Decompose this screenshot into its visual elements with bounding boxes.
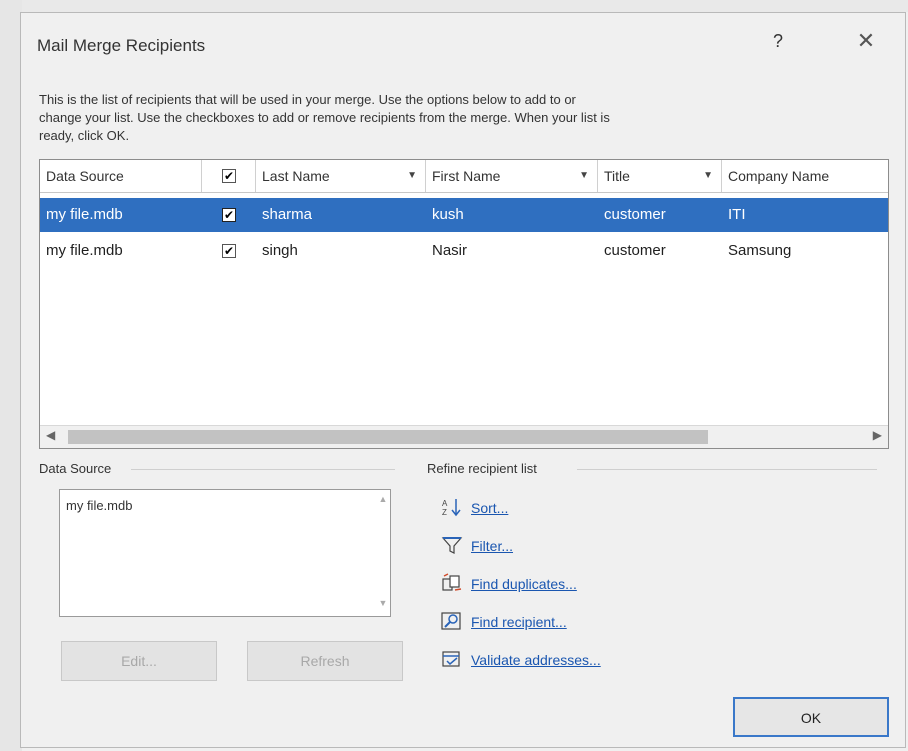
table-row[interactable]: my file.mdb ✔ singh Nasir customer Samsu…: [40, 234, 888, 268]
dialog-title: Mail Merge Recipients: [37, 36, 206, 55]
dropdown-arrow-icon[interactable]: ▼: [703, 160, 713, 192]
cell-company: ITI: [728, 206, 746, 223]
cell-data-source: my file.mdb: [46, 242, 123, 259]
svg-text:A: A: [442, 499, 448, 508]
filter-icon: [441, 537, 463, 554]
column-label: First Name: [432, 168, 501, 184]
column-label: Data Source: [46, 168, 124, 184]
column-label: Title: [604, 168, 630, 184]
scrollbar-thumb[interactable]: [68, 430, 708, 444]
cell-last-name: sharma: [262, 206, 313, 223]
ok-button[interactable]: OK: [733, 697, 889, 737]
scroll-left-icon[interactable]: ◀: [46, 428, 55, 442]
divider: [577, 469, 877, 470]
scroll-up-icon[interactable]: ▲: [378, 494, 388, 504]
intro-line: change your list. Use the checkboxes to …: [39, 110, 610, 125]
find-recipient-link-label[interactable]: Find recipient...: [471, 609, 567, 635]
grid-header: Data Source ✔ Last Name ▼ First Name ▼ Tit…: [40, 160, 888, 193]
dropdown-arrow-icon[interactable]: ▼: [407, 160, 417, 192]
column-checkbox[interactable]: ✔: [202, 160, 256, 192]
refresh-button[interactable]: Refresh: [247, 641, 403, 681]
refine-label: Refine recipient list: [427, 461, 537, 476]
dropdown-arrow-icon[interactable]: ▼: [579, 160, 589, 192]
column-first-name[interactable]: First Name ▼: [426, 160, 598, 192]
sort-icon: A Z: [442, 499, 461, 517]
cell-title: customer: [604, 206, 666, 223]
sort-link-label[interactable]: Sort...: [471, 495, 508, 521]
table-row[interactable]: my file.mdb ✔ sharma kush customer ITI: [40, 198, 888, 232]
select-all-checkbox[interactable]: ✔: [222, 169, 236, 183]
intro-line: This is the list of recipients that will…: [39, 92, 576, 107]
intro-text: This is the list of recipients that will…: [39, 91, 879, 145]
column-title[interactable]: Title ▼: [598, 160, 722, 192]
cell-data-source: my file.mdb: [46, 206, 123, 223]
cell-last-name: singh: [262, 242, 298, 259]
cell-first-name: Nasir: [432, 242, 468, 259]
close-button[interactable]: ✕: [853, 29, 879, 55]
find-duplicates-icon: [442, 573, 462, 591]
data-source-label: Data Source: [39, 461, 112, 476]
intro-line: ready, click OK.: [39, 128, 130, 143]
validate-addresses-icon: [442, 651, 460, 667]
column-label: Last Name: [262, 168, 330, 184]
scroll-down-icon[interactable]: ▼: [378, 598, 388, 608]
data-source-item[interactable]: my file.mdb: [66, 498, 384, 513]
cell-first-name: kush: [432, 206, 464, 223]
vertical-scrollbar[interactable]: ▲ ▼: [378, 494, 388, 612]
cell-title: customer: [604, 242, 666, 259]
column-data-source[interactable]: Data Source: [40, 160, 202, 192]
filter-link-label[interactable]: Filter...: [471, 533, 513, 559]
row-checkbox[interactable]: ✔: [222, 244, 236, 258]
scroll-right-icon[interactable]: ▶: [873, 428, 882, 442]
cell-company: Samsung: [728, 242, 792, 259]
column-last-name[interactable]: Last Name ▼: [256, 160, 426, 192]
find-duplicates-link-label[interactable]: Find duplicates...: [471, 571, 577, 597]
recipient-grid[interactable]: Data Source ✔ Last Name ▼ First Name ▼ Tit…: [39, 159, 889, 449]
find-recipient-icon: [441, 612, 461, 630]
divider: [131, 469, 395, 470]
svg-text:Z: Z: [442, 508, 447, 517]
validate-addresses-link-label[interactable]: Validate addresses...: [471, 647, 601, 673]
column-label: Company Name: [728, 168, 830, 184]
edit-button[interactable]: Edit...: [61, 641, 217, 681]
row-checkbox[interactable]: ✔: [222, 208, 236, 222]
data-source-list[interactable]: my file.mdb ▲ ▼: [59, 489, 391, 617]
column-company-name[interactable]: Company Name: [722, 160, 888, 192]
background-strip: [0, 0, 908, 12]
horizontal-scrollbar[interactable]: ◀ ▶: [40, 425, 888, 448]
help-button[interactable]: ?: [773, 31, 783, 52]
mail-merge-dialog: Mail Merge Recipients ? ✕ This is the li…: [20, 12, 906, 748]
background-strip-left: [0, 0, 22, 751]
